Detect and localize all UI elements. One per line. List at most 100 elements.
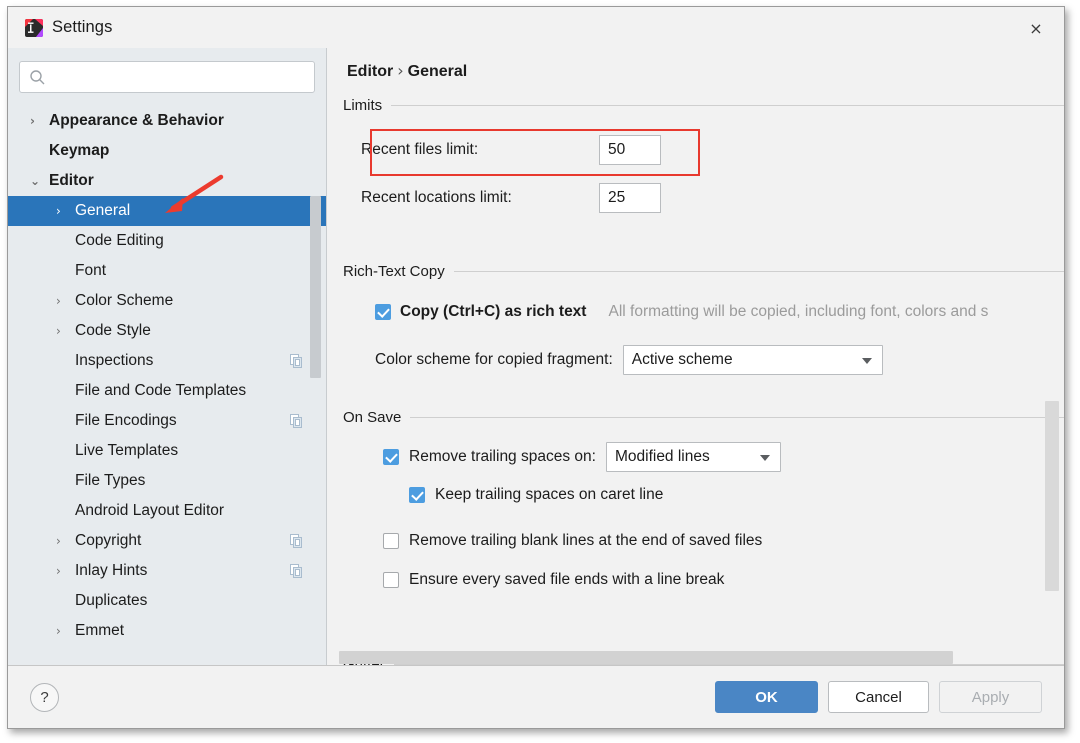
section-divider-line [391,104,1064,106]
title-bar: Settings × [8,7,1064,48]
recent-locations-limit-input[interactable]: 25 [599,183,661,213]
chevron-right-icon[interactable]: › [56,534,71,548]
chevron-right-icon[interactable]: › [56,624,71,638]
sidebar-item-duplicates[interactable]: Duplicates [8,586,326,616]
sidebar-item-label: Duplicates [75,592,148,609]
sidebar-item-code-style[interactable]: › Code Style [8,316,326,346]
on-save-section-title: On Save [343,408,402,426]
ok-button[interactable]: OK [715,681,818,713]
sidebar-item-label: Copyright [75,532,142,549]
sidebar-scrollbar-track[interactable] [310,104,324,666]
sidebar-item-color-scheme[interactable]: › Color Scheme [8,286,326,316]
chevron-down-icon[interactable]: ⌄ [30,174,45,188]
recent-locations-limit-row: Recent locations limit: 25 [343,182,1064,214]
remove-trailing-spaces-dropdown[interactable]: Modified lines [605,442,781,472]
cancel-button[interactable]: Cancel [828,681,929,713]
dialog-footer: ? OK Cancel Apply [8,665,1064,728]
rich-text-copy-section-title: Rich-Text Copy [343,262,445,280]
recent-files-limit-input[interactable]: 50 [599,135,661,165]
sidebar-item-inspections[interactable]: Inspections [8,346,326,376]
sidebar-item-label: Font [75,262,107,279]
sidebar-item-inlay-hints[interactable]: › Inlay Hints [8,556,326,586]
recent-files-limit-row: Recent files limit: 50 [343,134,1064,166]
chevron-right-icon[interactable]: › [56,324,71,338]
copy-settings-icon [290,564,302,578]
sidebar-item-file-encodings[interactable]: File Encodings [8,406,326,436]
breadcrumb-current: General [407,63,468,80]
keep-trailing-spaces-label: Keep trailing spaces on caret line [435,486,664,503]
copy-as-rich-text-label: Copy (Ctrl+C) as rich text [400,303,587,320]
sidebar-scrollbar-thumb[interactable] [310,196,321,378]
on-save-section-header: On Save [343,406,1064,428]
ensure-line-break-label: Ensure every saved file ends with a line… [409,571,725,588]
sidebar-item-font[interactable]: Font [8,256,326,286]
sidebar-item-label: File and Code Templates [75,382,247,399]
sidebar-item-label: General [75,202,131,219]
help-button[interactable]: ? [30,683,59,712]
remove-blank-lines-label: Remove trailing blank lines at the end o… [409,532,763,549]
close-icon[interactable]: × [1016,13,1056,43]
remove-trailing-spaces-checkbox[interactable] [383,449,399,465]
chevron-right-icon[interactable]: › [30,114,45,128]
sidebar-item-editor[interactable]: ⌄ Editor [8,166,326,196]
chevron-right-icon[interactable]: › [56,564,71,578]
recent-files-limit-label: Recent files limit: [361,141,479,158]
ensure-line-break-checkbox[interactable] [383,572,399,588]
copy-as-rich-text-checkbox[interactable] [375,304,391,320]
color-scheme-label: Color scheme for copied fragment: [375,351,613,368]
window-title: Settings [52,18,113,36]
keep-trailing-spaces-checkbox[interactable] [409,487,425,503]
chevron-down-icon [759,455,770,461]
keep-trailing-spaces-row: Keep trailing spaces on caret line [343,480,1064,510]
ensure-line-break-row: Ensure every saved file ends with a line… [343,565,1064,595]
content-vertical-scrollbar-thumb[interactable] [1045,401,1059,591]
content-horizontal-scrollbar-thumb[interactable] [339,651,953,664]
sidebar-item-android-layout-editor[interactable]: Android Layout Editor [8,496,326,526]
remove-blank-lines-checkbox[interactable] [383,533,399,549]
on-save-section: On Save Remove trailing spaces on: Modif… [343,406,1064,595]
breadcrumb-parent[interactable]: Editor [347,63,393,80]
search-input[interactable] [52,62,306,94]
limits-section-header: Limits [343,94,1064,116]
sidebar-item-label: Emmet [75,622,125,639]
copy-as-rich-text-hint: All formatting will be copied, including… [608,303,989,320]
settings-dialog: Settings × › Appearance & Behavior Keymap… [7,6,1065,729]
chevron-right-icon[interactable]: › [56,204,71,218]
limits-section: Limits Recent files limit: 50 Recent loc… [343,94,1064,214]
sidebar-item-label: Color Scheme [75,292,174,309]
sidebar-item-label: Code Style [75,322,151,339]
sidebar-item-appearance-behavior[interactable]: › Appearance & Behavior [8,106,326,136]
recent-locations-limit-label: Recent locations limit: [361,189,512,206]
breadcrumb-separator: › [397,61,404,80]
chevron-down-icon [861,358,872,364]
sidebar-item-live-templates[interactable]: Live Templates [8,436,326,466]
sidebar-item-label: Editor [49,172,94,189]
sidebar-item-label: Android Layout Editor [75,502,225,519]
copy-settings-icon [290,534,302,548]
chevron-right-icon[interactable]: › [56,294,71,308]
copy-settings-icon [290,354,302,368]
sidebar-item-emmet[interactable]: › Emmet [8,616,326,646]
sidebar-item-file-and-code-templates[interactable]: File and Code Templates [8,376,326,406]
sidebar-item-label: Appearance & Behavior [49,112,224,129]
sidebar-item-keymap[interactable]: Keymap [8,136,326,166]
remove-trailing-spaces-row: Remove trailing spaces on: Modified line… [343,442,1064,472]
color-scheme-dropdown[interactable]: Active scheme [622,345,883,375]
apply-button[interactable]: Apply [939,681,1042,713]
sidebar-item-file-types[interactable]: File Types [8,466,326,496]
remove-blank-lines-row: Remove trailing blank lines at the end o… [343,526,1064,556]
search-field-wrapper[interactable] [19,61,315,94]
rich-text-copy-section-header: Rich-Text Copy [343,260,1064,282]
settings-tree: › Appearance & Behavior Keymap ⌄ Editor › Gen… [8,106,326,666]
sidebar-item-general[interactable]: › General [8,196,326,226]
sidebar-item-code-editing[interactable]: Code Editing [8,226,326,256]
sidebar-item-copyright[interactable]: › Copyright [8,526,326,556]
